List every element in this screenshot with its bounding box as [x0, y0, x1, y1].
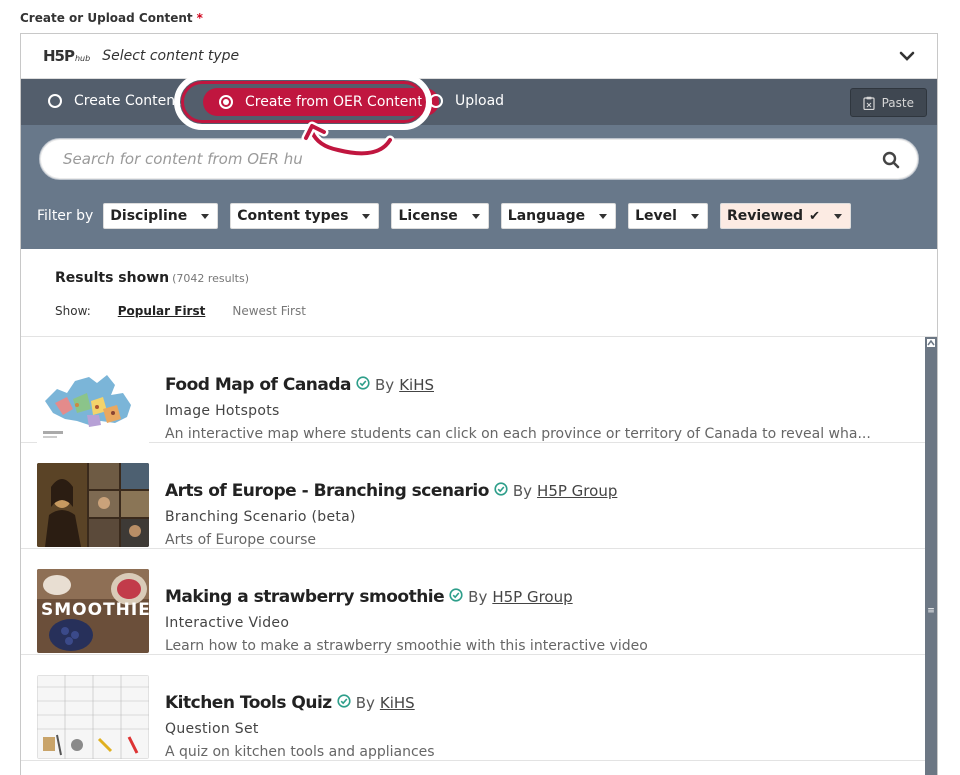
filter-language[interactable]: Language: [500, 203, 617, 229]
radio-create-from-oer[interactable]: [219, 95, 233, 109]
arts-of-europe-thumbnail: [37, 463, 149, 547]
item-title-text: Making a strawberry smoothie: [165, 587, 445, 607]
tab-create-content-label: Create Content: [74, 93, 181, 109]
clipboard-icon: [863, 96, 875, 110]
item-title[interactable]: Kitchen Tools Quiz By KiHS: [165, 693, 415, 713]
item-type: Branching Scenario (beta): [165, 509, 356, 525]
filter-discipline-label: Discipline: [110, 208, 188, 224]
list-item[interactable]: Arts of Europe - Branching scenario By H…: [21, 443, 925, 549]
caret-down-icon: [471, 213, 480, 219]
item-description: An interactive map where students can cl…: [165, 426, 871, 442]
tab-create-content[interactable]: Create Content: [48, 93, 181, 109]
chevron-down-icon[interactable]: [899, 48, 915, 64]
caret-down-icon: [362, 213, 371, 219]
tab-upload-label: Upload: [455, 93, 505, 109]
by-label: By: [375, 376, 395, 394]
results-list: Food Map of Canada By KiHS Image Hotspot…: [21, 337, 925, 775]
logo-sub: hub: [74, 54, 91, 63]
results-title: Results shown (7042 results): [55, 270, 249, 286]
by-label: By: [355, 694, 375, 712]
paste-button[interactable]: Paste: [849, 88, 927, 117]
item-description: Arts of Europe course: [165, 532, 316, 548]
author-link[interactable]: H5P Group: [492, 588, 572, 606]
by-label: By: [512, 482, 533, 500]
caret-down-icon: [201, 213, 210, 219]
item-title[interactable]: Food Map of Canada By KiHS: [165, 375, 434, 395]
caret-down-icon: [834, 213, 842, 219]
filter-level[interactable]: Level: [628, 203, 708, 229]
filter-license[interactable]: License: [391, 203, 489, 229]
results-scrollbar[interactable]: ≡: [925, 337, 937, 775]
kitchen-tools-thumbnail: [37, 675, 149, 759]
filter-license-label: License: [398, 208, 458, 224]
author-link[interactable]: H5P Group: [537, 482, 617, 500]
radio-upload[interactable]: [429, 94, 443, 108]
tab-create-from-oer[interactable]: Create from OER Content: [203, 88, 439, 116]
author-link[interactable]: KiHS: [399, 376, 434, 394]
item-type: Question Set: [165, 721, 259, 737]
caret-down-icon: [690, 213, 699, 219]
radio-create-content[interactable]: [48, 94, 62, 108]
tab-create-from-oer-label: Create from OER Content: [245, 94, 423, 110]
search-input[interactable]: [40, 139, 840, 179]
verified-icon: [356, 376, 370, 390]
hub-header[interactable]: H5Phub Select content type: [21, 34, 937, 79]
search-zone: Filter by Discipline Content types Licen…: [21, 125, 937, 249]
filter-language-label: Language: [507, 208, 586, 224]
verified-icon: [449, 588, 463, 602]
field-label: Create or Upload Content *: [20, 11, 203, 25]
filter-content-types[interactable]: Content types: [230, 203, 380, 229]
scroll-grip-icon[interactable]: ≡: [927, 607, 935, 616]
item-description: Learn how to make a strawberry smoothie …: [165, 638, 648, 654]
results-header: Results shown (7042 results) Show: Popula…: [21, 249, 937, 337]
sort-popular-first[interactable]: Popular First: [118, 304, 206, 318]
select-content-type-label: Select content type: [102, 48, 240, 64]
caret-down-icon: [599, 213, 608, 219]
smoothie-thumbnail: SMOOTHIE: [37, 569, 149, 653]
smoothie-thumbnail-text: SMOOTHIE: [41, 600, 149, 620]
filter-reviewed[interactable]: Reviewed ✔: [719, 203, 851, 229]
item-type: Interactive Video: [165, 615, 290, 631]
filter-content-types-label: Content types: [237, 208, 349, 224]
item-description: A quiz on kitchen tools and appliances: [165, 744, 435, 760]
search-icon[interactable]: [882, 151, 900, 169]
verified-icon: [337, 694, 351, 708]
h5p-hub: H5Phub Select content type Create Conten…: [20, 33, 938, 775]
list-item[interactable]: SMOOTHIE Making a strawberry smoothie By…: [21, 549, 925, 655]
filter-discipline[interactable]: Discipline: [103, 203, 219, 229]
paste-label: Paste: [881, 95, 914, 110]
item-title[interactable]: Arts of Europe - Branching scenario By H…: [165, 481, 617, 501]
sort-newest-first[interactable]: Newest First: [232, 304, 306, 318]
food-map-thumbnail: [37, 363, 149, 447]
h5p-hub-logo: H5Phub: [43, 47, 90, 65]
item-title-text: Kitchen Tools Quiz: [165, 693, 332, 713]
sort-options: Show: Popular First Newest First: [55, 304, 306, 318]
results-title-text: Results shown: [55, 270, 170, 286]
item-title-text: Arts of Europe - Branching scenario: [165, 481, 489, 501]
required-mark: *: [196, 11, 203, 25]
by-label: By: [468, 588, 488, 606]
item-title[interactable]: Making a strawberry smoothie By H5P Grou…: [165, 587, 573, 607]
scroll-up-icon[interactable]: [927, 339, 935, 347]
show-label: Show:: [55, 304, 91, 318]
tab-upload[interactable]: Upload: [429, 93, 504, 109]
filter-level-label: Level: [635, 208, 677, 224]
filter-row: Filter by Discipline Content types Licen…: [37, 203, 863, 229]
filter-by-label: Filter by: [37, 208, 94, 224]
search-box: [39, 138, 919, 180]
logo-main: H5P: [43, 47, 75, 65]
verified-icon: [494, 482, 508, 496]
results-count: (7042 results): [172, 272, 250, 285]
item-type: Image Hotspots: [165, 403, 280, 419]
item-title-text: Food Map of Canada: [165, 375, 352, 395]
tab-bar: Create Content Create from OER Content U…: [21, 79, 937, 125]
list-item[interactable]: Food Map of Canada By KiHS Image Hotspot…: [21, 337, 925, 447]
checkmark-icon: ✔: [809, 208, 820, 224]
filter-reviewed-label: Reviewed: [726, 208, 804, 224]
author-link[interactable]: KiHS: [380, 694, 415, 712]
field-label-text: Create or Upload Content: [20, 11, 193, 25]
list-item[interactable]: Kitchen Tools Quiz By KiHS Question Set …: [21, 655, 925, 761]
